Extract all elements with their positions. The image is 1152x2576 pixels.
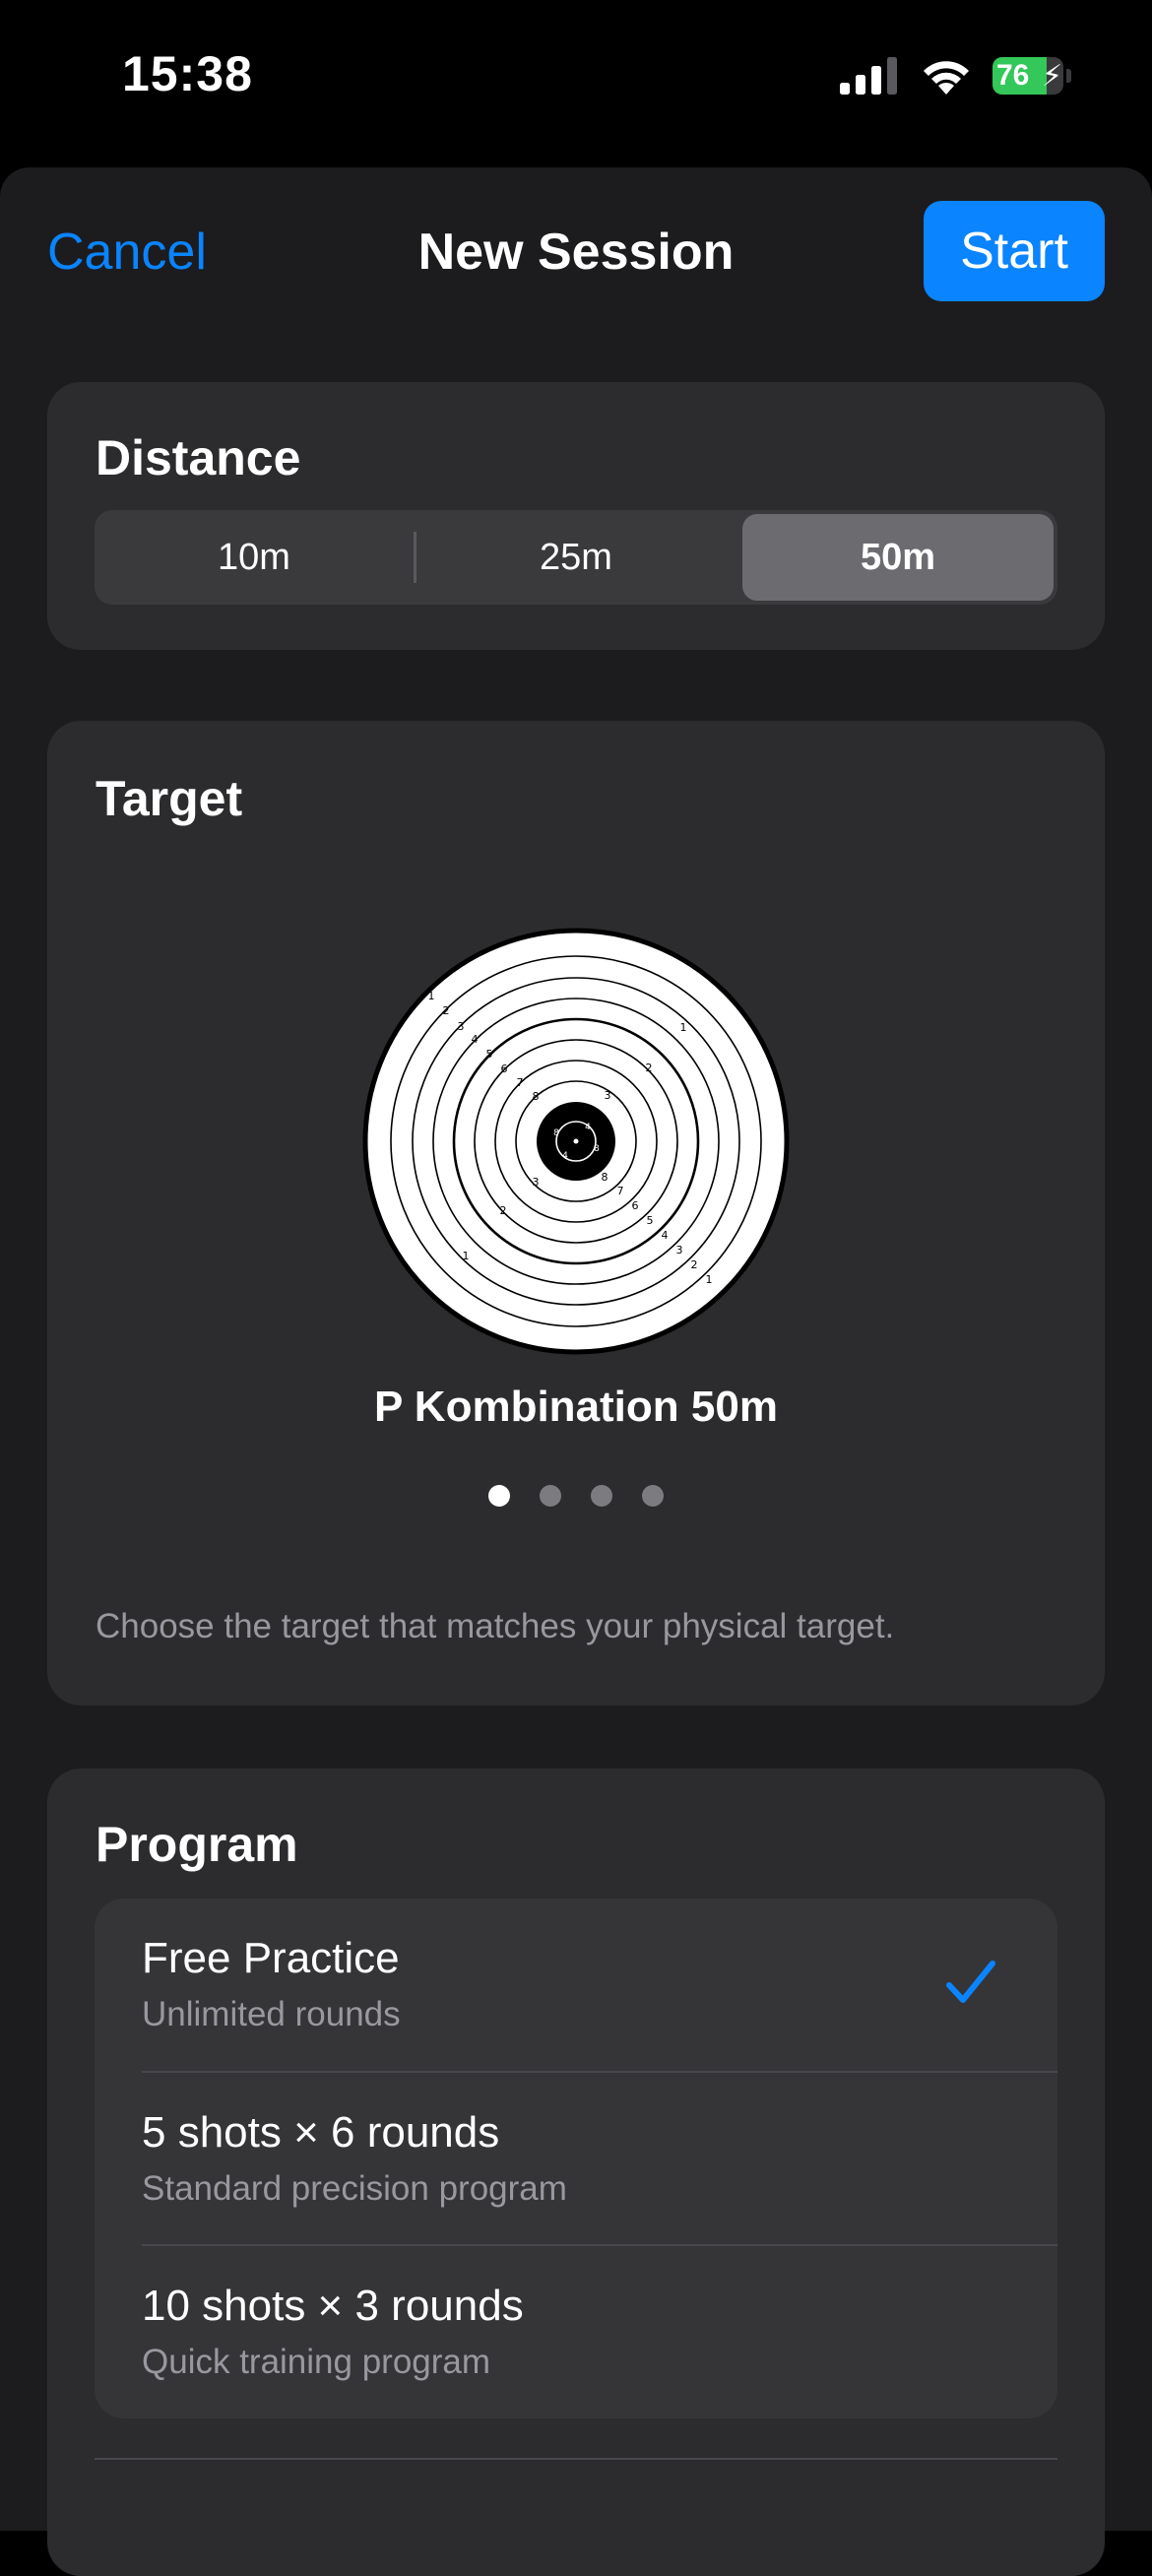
svg-text:4: 4	[585, 1123, 591, 1132]
charging-bolt-icon: ⚡	[1042, 60, 1063, 93]
target-card: Target 1 2 3 4 5 6 7 8 1 2 3 1 2 3 4 5 6…	[47, 721, 1105, 1706]
program-card: Program Free Practice Unlimited rounds 5…	[47, 1769, 1105, 2576]
svg-text:8: 8	[533, 1090, 540, 1103]
program-list: Free Practice Unlimited rounds 5 shots ×…	[95, 1899, 1057, 2418]
svg-text:1: 1	[680, 1021, 687, 1034]
svg-text:2: 2	[646, 1062, 653, 1074]
svg-text:1: 1	[463, 1250, 470, 1262]
new-session-sheet: Cancel New Session Start Distance 10m 25…	[0, 167, 1152, 2576]
section-divider	[95, 2458, 1057, 2460]
page-dot[interactable]	[591, 1485, 612, 1507]
program-option-title: 5 shots × 6 rounds	[142, 2108, 500, 2157]
distance-option-50m[interactable]: 50m	[742, 514, 1054, 601]
target-page-indicator[interactable]	[47, 1485, 1105, 1509]
program-option-subtitle: Standard precision program	[142, 2169, 567, 2208]
svg-text:4: 4	[662, 1229, 669, 1242]
program-option-title: 10 shots × 3 rounds	[142, 2282, 524, 2330]
cellular-signal-icon	[840, 57, 897, 95]
start-button[interactable]: Start	[924, 201, 1105, 301]
segment-divider	[414, 532, 416, 583]
svg-text:8: 8	[553, 1128, 559, 1138]
program-option-subtitle: Unlimited rounds	[142, 1995, 401, 2033]
battery-percent: 76	[996, 59, 1030, 92]
target-title: Target	[96, 771, 243, 826]
svg-text:2: 2	[691, 1258, 698, 1271]
svg-text:4: 4	[562, 1151, 568, 1161]
target-hint-text: Choose the target that matches your phys…	[96, 1607, 895, 1645]
program-option-10x3[interactable]: 10 shots × 3 rounds Quick training progr…	[95, 2246, 1057, 2418]
distance-segmented-control: 10m 25m 50m	[95, 510, 1057, 605]
page-dot[interactable]	[642, 1485, 664, 1507]
distance-option-10m[interactable]: 10m	[98, 514, 410, 601]
svg-text:3: 3	[605, 1089, 611, 1102]
svg-text:6: 6	[632, 1199, 639, 1212]
svg-text:3: 3	[676, 1244, 683, 1256]
page-dot[interactable]	[540, 1485, 561, 1507]
svg-text:7: 7	[517, 1076, 524, 1089]
distance-card: Distance 10m 25m 50m	[47, 382, 1105, 650]
battery-cap	[1066, 69, 1071, 83]
distance-option-25m[interactable]: 25m	[420, 514, 732, 601]
svg-text:5: 5	[486, 1048, 493, 1061]
page-dot[interactable]	[488, 1485, 510, 1507]
svg-text:3: 3	[533, 1176, 540, 1189]
program-title: Program	[96, 1817, 298, 1872]
target-name: P Kombination 50m	[374, 1383, 778, 1431]
program-option-5x6[interactable]: 5 shots × 6 rounds Standard precision pr…	[95, 2073, 1057, 2246]
program-option-title: Free Practice	[142, 1934, 400, 1982]
svg-text:3: 3	[458, 1020, 465, 1033]
status-bar: 15:38 76 ⚡	[0, 0, 1152, 167]
target-image[interactable]: 1 2 3 4 5 6 7 8 1 2 3 1 2 3 4 5 6 7 8 1	[362, 928, 790, 1355]
status-time: 15:38	[122, 46, 253, 101]
svg-text:8: 8	[594, 1144, 600, 1154]
svg-text:1: 1	[428, 990, 435, 1002]
svg-text:2: 2	[443, 1004, 450, 1017]
program-option-subtitle: Quick training program	[142, 2343, 491, 2381]
svg-text:5: 5	[647, 1214, 654, 1227]
svg-text:8: 8	[602, 1171, 608, 1184]
svg-text:6: 6	[501, 1063, 508, 1075]
distance-title: Distance	[96, 430, 301, 485]
checkmark-icon	[946, 1961, 995, 2003]
svg-text:4: 4	[472, 1033, 479, 1046]
wifi-icon	[924, 61, 969, 95]
svg-text:7: 7	[617, 1185, 624, 1197]
battery-charging-icon: 76 ⚡	[992, 57, 1071, 95]
program-option-free-practice[interactable]: Free Practice Unlimited rounds	[95, 1899, 1057, 2072]
svg-text:2: 2	[500, 1204, 507, 1217]
svg-text:1: 1	[706, 1273, 713, 1286]
